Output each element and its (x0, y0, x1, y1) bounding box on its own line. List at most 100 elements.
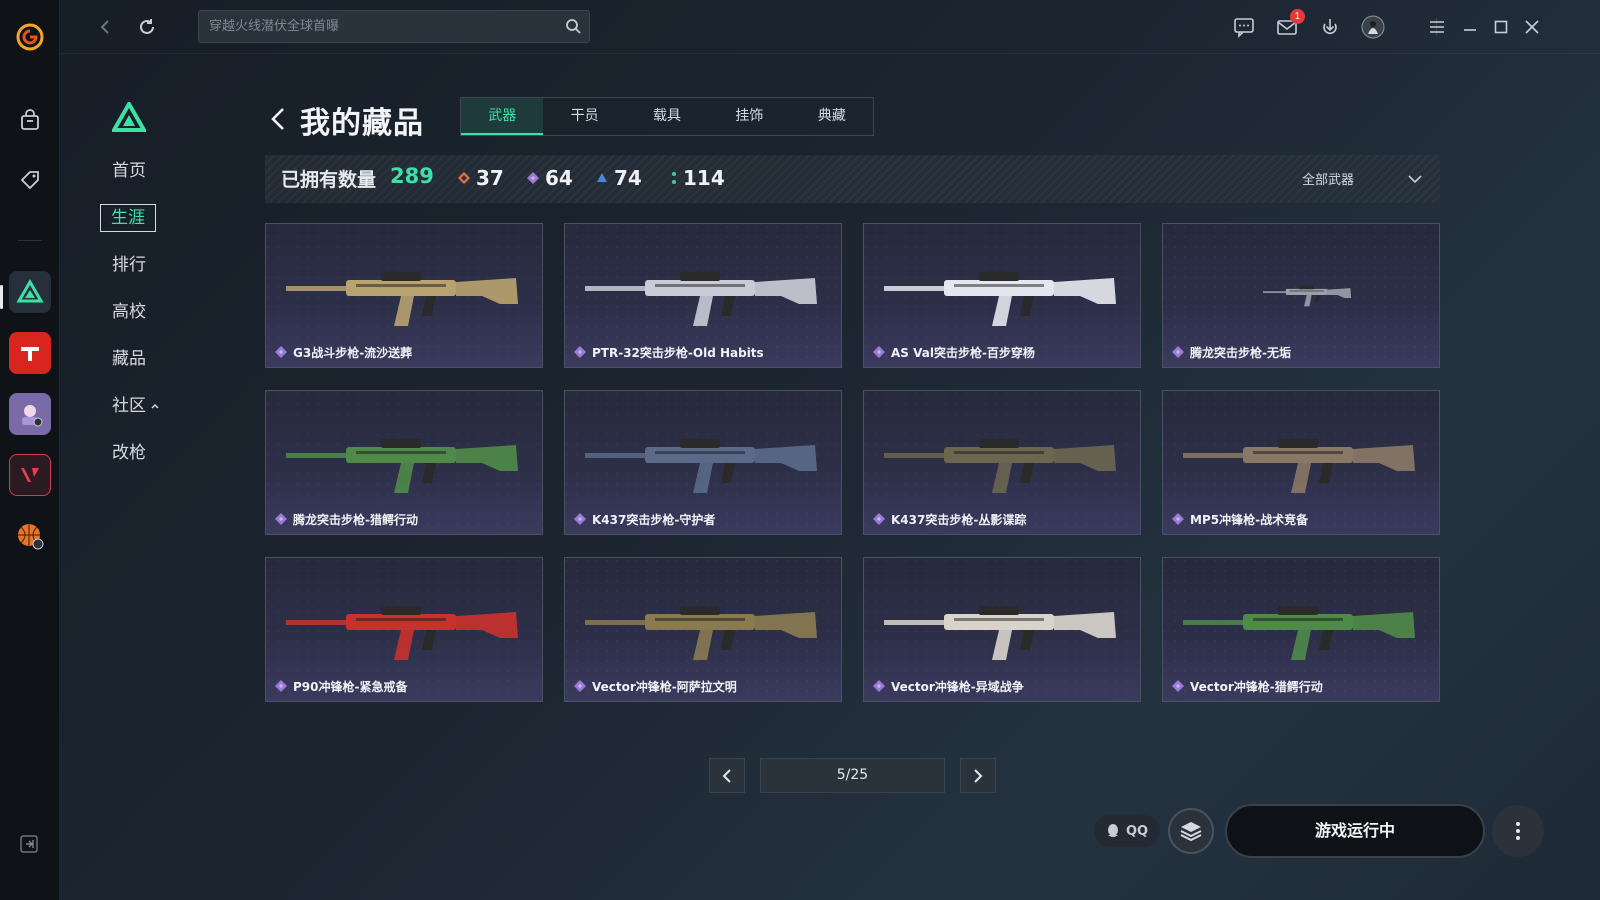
menu-icon[interactable] (1423, 13, 1451, 41)
more-options-icon[interactable] (1492, 805, 1544, 857)
tab-vehicles[interactable]: 载具 (626, 98, 708, 135)
chevron-up-icon (151, 403, 159, 409)
game-running-button[interactable]: 游戏运行中 (1225, 804, 1485, 858)
weapon-image (585, 606, 817, 660)
basketball-game-icon[interactable] (9, 515, 51, 557)
weapon-name: MP5冲锋枪-战术竞备 (1190, 513, 1309, 527)
chevron-right-icon (974, 768, 983, 783)
tier-stat-value: 37 (476, 166, 504, 190)
weapon-card[interactable]: MP5冲锋枪-战术竞备 (1162, 390, 1440, 535)
prev-page-button[interactable] (709, 758, 745, 793)
weapon-card[interactable]: 腾龙突击步枪-无垢 (1162, 223, 1440, 368)
weapon-name: Vector冲锋枪-阿萨拉文明 (592, 680, 737, 694)
purple-diamond-icon (1172, 346, 1184, 358)
mail-icon[interactable]: 1 (1273, 9, 1305, 41)
tier-stat-value: 64 (545, 166, 573, 190)
blue-triangle-icon (597, 173, 607, 182)
nav-item-label: 社区 (112, 396, 146, 416)
chevron-down-icon (1408, 174, 1422, 183)
weapon-card[interactable]: K437突击步枪-丛影谍踪 (863, 390, 1141, 535)
download-icon[interactable] (1316, 13, 1344, 41)
app-rail (0, 0, 60, 900)
search-icon[interactable] (565, 18, 581, 38)
nav-item-label: 生涯 (100, 204, 156, 232)
purple-diamond-icon (275, 346, 287, 358)
tier-stat-blue: 74 (596, 166, 642, 190)
green-dots-icon (672, 172, 676, 184)
nav-item-community[interactable]: 社区 (100, 390, 180, 437)
weapon-filter-dropdown[interactable]: 全部武器 (1302, 169, 1422, 188)
weapon-card[interactable]: 腾龙突击步枪-猎鳄行动 (265, 390, 543, 535)
purple-diamond-icon (873, 346, 885, 358)
weapon-card[interactable]: P90冲锋枪-紧急戒备 (265, 557, 543, 702)
tier-stat-purple: 64 (527, 166, 573, 190)
tab-charms[interactable]: 挂饰 (708, 98, 790, 135)
qq-button[interactable]: QQ (1094, 815, 1160, 847)
weapon-image (286, 439, 518, 493)
collection-stats-bar: 已拥有数量 289 37 64 74 114 全部武器 (265, 155, 1440, 203)
weapon-image (286, 272, 518, 326)
maximize-icon[interactable] (1487, 13, 1515, 41)
game-layers-icon[interactable] (1168, 808, 1214, 854)
anime-game-icon[interactable] (9, 393, 51, 435)
valorant-game-icon[interactable] (9, 454, 51, 496)
refresh-icon[interactable] (134, 14, 160, 40)
tag-icon[interactable] (9, 159, 51, 201)
weapon-card[interactable]: K437突击步枪-守护者 (564, 390, 842, 535)
weapon-image (1183, 606, 1415, 660)
weapon-image (884, 272, 1116, 326)
owned-count-label: 已拥有数量 (281, 169, 377, 191)
nav-item-gunsmith[interactable]: 改枪 (100, 437, 180, 484)
delta-force-game-icon[interactable] (9, 271, 51, 313)
tier-stat-orange: 37 (458, 166, 504, 190)
weapon-image (286, 606, 518, 660)
back-nav-icon[interactable] (92, 14, 118, 40)
tab-weapons[interactable]: 武器 (461, 98, 544, 135)
weapon-card[interactable]: G3战斗步枪-流沙送葬 (265, 223, 543, 368)
next-page-button[interactable] (960, 758, 996, 793)
weapon-name: G3战斗步枪-流沙送葬 (293, 346, 413, 360)
weapon-image (884, 606, 1116, 660)
qq-label: QQ (1125, 823, 1149, 839)
tab-operators[interactable]: 干员 (543, 98, 625, 135)
minimize-icon[interactable] (1456, 13, 1484, 41)
weapon-image (884, 439, 1116, 493)
tab-archive[interactable]: 典藏 (791, 98, 873, 135)
purple-diamond-icon (574, 513, 586, 525)
weapon-name: 腾龙突击步枪-猎鳄行动 (293, 513, 418, 527)
weapon-name: PTR-32突击步枪-Old Habits (592, 346, 764, 360)
nav-item-label: 排行 (112, 255, 146, 275)
nav-item-ranking[interactable]: 排行 (100, 249, 180, 296)
store-icon[interactable] (9, 99, 51, 141)
crossfire-game-icon[interactable] (9, 332, 51, 374)
nav-item-career[interactable]: 生涯 (100, 202, 180, 249)
nav-item-home[interactable]: 首页 (100, 155, 180, 202)
tier-stat-value: 74 (614, 166, 642, 190)
weapon-image (1263, 285, 1352, 307)
weapon-card[interactable]: AS Val突击步枪-百步穿杨 (863, 223, 1141, 368)
weapon-card[interactable]: PTR-32突击步枪-Old Habits (564, 223, 842, 368)
weapon-card[interactable]: Vector冲锋枪-猎鳄行动 (1162, 557, 1440, 702)
purple-diamond-icon (1172, 680, 1184, 692)
secondary-nav: 首页 生涯 排行 高校 藏品 社区 改枪 (100, 155, 180, 484)
weapon-card[interactable]: Vector冲锋枪-异域战争 (863, 557, 1141, 702)
chat-icon[interactable] (1230, 13, 1258, 41)
page-back-icon[interactable] (270, 106, 288, 132)
purple-diamond-icon (1172, 513, 1184, 525)
weapon-filter-label: 全部武器 (1302, 173, 1355, 188)
page-title: 我的藏品 (300, 106, 424, 141)
app-logo-icon[interactable] (9, 16, 51, 58)
collapse-sidebar-icon[interactable] (20, 835, 38, 857)
nav-item-college[interactable]: 高校 (100, 296, 180, 343)
weapon-card[interactable]: Vector冲锋枪-阿萨拉文明 (564, 557, 842, 702)
nav-item-collection[interactable]: 藏品 (100, 343, 180, 390)
category-tabs: 武器 干员 载具 挂饰 典藏 (460, 97, 874, 136)
nav-item-label: 高校 (112, 302, 146, 322)
search-input[interactable] (209, 11, 549, 42)
weapon-name: AS Val突击步枪-百步穿杨 (891, 346, 1035, 360)
user-avatar[interactable] (1359, 13, 1387, 41)
tier-stat-value: 114 (683, 166, 725, 190)
search-box[interactable] (198, 10, 590, 43)
weapon-name: Vector冲锋枪-异域战争 (891, 680, 1024, 694)
close-icon[interactable] (1518, 13, 1546, 41)
